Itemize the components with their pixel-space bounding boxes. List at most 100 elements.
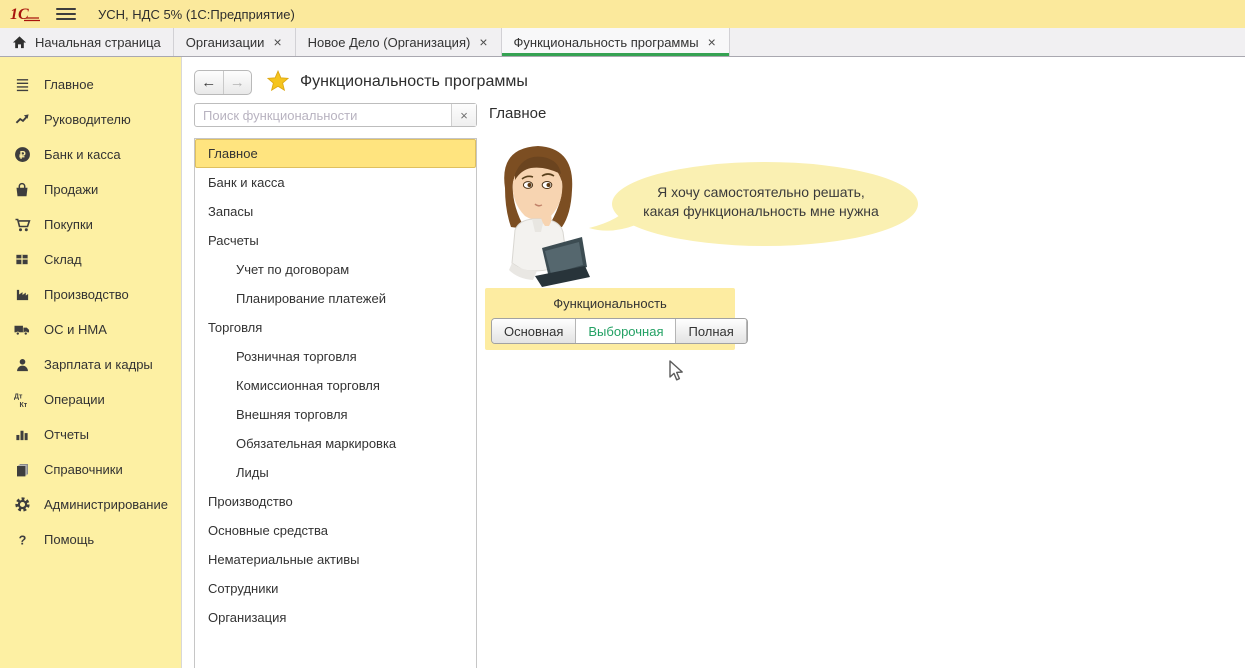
favorite-star-icon[interactable] (267, 70, 289, 95)
list-item[interactable]: Производство (195, 487, 476, 516)
home-icon (12, 35, 27, 50)
sidebar-item[interactable]: ? Помощь (0, 522, 181, 557)
list-item[interactable]: Внешняя торговля (195, 400, 476, 429)
list-item-label: Расчеты (208, 233, 259, 248)
window-title: УСН, НДС 5% (1С:Предприятие) (98, 7, 295, 22)
list-item[interactable]: Нематериальные активы (195, 545, 476, 574)
books-icon (13, 461, 31, 479)
sidebar-item-label: Зарплата и кадры (44, 357, 153, 372)
sidebar-item[interactable]: Администрирование (0, 487, 181, 522)
bag-icon (13, 181, 31, 199)
list-item[interactable]: Учет по договорам (195, 255, 476, 284)
person-icon (13, 356, 31, 374)
speech-bubble: Я хочу самостоятельно решать, какая функ… (587, 162, 919, 250)
list-item-label: Внешняя торговля (236, 407, 348, 422)
sidebar-item[interactable]: Главное (0, 67, 181, 102)
list-item[interactable]: Банк и касса (195, 168, 476, 197)
sidebar-item[interactable]: Зарплата и кадры (0, 347, 181, 382)
factory-icon (13, 286, 31, 304)
truck-icon (13, 321, 31, 339)
tab-label: Новое Дело (Организация) (308, 35, 471, 50)
sidebar-item[interactable]: Руководителю (0, 102, 181, 137)
tab-label: Организации (186, 35, 265, 50)
tab[interactable]: Новое Дело (Организация) × (296, 28, 502, 56)
functionality-option-button[interactable]: Полная (676, 319, 746, 343)
list-item-label: Производство (208, 494, 293, 509)
search-input[interactable] (195, 104, 451, 126)
sidebar-item[interactable]: ДтКт Операции (0, 382, 181, 417)
sidebar-item-label: Покупки (44, 217, 93, 232)
sidebar-item-label: Продажи (44, 182, 98, 197)
list-item[interactable]: Обязательная маркировка (195, 429, 476, 458)
sidebar-item[interactable]: Справочники (0, 452, 181, 487)
sidebar-item-label: Справочники (44, 462, 123, 477)
tab-close-icon[interactable]: × (272, 35, 282, 49)
sidebar-item[interactable]: Производство (0, 277, 181, 312)
functionality-search: × (194, 103, 477, 127)
history-nav: ← → (194, 70, 252, 95)
list-item-label: Нематериальные активы (208, 552, 360, 567)
chart-icon (13, 426, 31, 444)
tab[interactable]: Организации × (174, 28, 296, 56)
back-button[interactable]: ← (195, 71, 224, 94)
list-item-label: Организация (208, 610, 286, 625)
list-item[interactable]: Торговля (195, 313, 476, 342)
list-item[interactable]: Планирование платежей (195, 284, 476, 313)
list-item[interactable]: Комиссионная торговля (195, 371, 476, 400)
list-item-label: Планирование платежей (236, 291, 386, 306)
sidebar-item[interactable]: Отчеты (0, 417, 181, 452)
sidebar-item-label: Администрирование (44, 497, 168, 512)
sidebar-item-label: Главное (44, 77, 94, 92)
functionality-option-button[interactable]: Выборочная (576, 319, 676, 343)
sidebar-item-label: Операции (44, 392, 105, 407)
window-titlebar: 1С УСН, НДС 5% (1С:Предприятие) (0, 0, 1245, 28)
sidebar-item[interactable]: Покупки (0, 207, 181, 242)
list-item-label: Основные средства (208, 523, 328, 538)
functionality-sections-list: Главное Банк и касса Запасы Расчеты Учет… (194, 138, 477, 668)
list-item-label: Сотрудники (208, 581, 278, 596)
list-item-label: Торговля (208, 320, 262, 335)
list-item[interactable]: Организация (195, 603, 476, 632)
sidebar-item[interactable]: ОС и НМА (0, 312, 181, 347)
sidebar-item-label: Склад (44, 252, 82, 267)
gear-icon (13, 496, 31, 514)
tab[interactable]: Начальная страница (0, 28, 174, 56)
list-item-label: Обязательная маркировка (236, 436, 396, 451)
list-item-label: Лиды (236, 465, 269, 480)
trend-icon (13, 111, 31, 129)
tab-close-icon[interactable]: × (707, 35, 717, 49)
list-item[interactable]: Запасы (195, 197, 476, 226)
svg-text:Дт: Дт (14, 394, 23, 401)
list-item[interactable]: Расчеты (195, 226, 476, 255)
tab-bar: Начальная страница Организации × Новое Д… (0, 28, 1245, 57)
dtkt-icon: ДтКт (13, 391, 31, 409)
forward-button[interactable]: → (224, 71, 252, 94)
functionality-option-button[interactable]: Основная (492, 319, 576, 343)
sidebar-item-label: Отчеты (44, 427, 89, 442)
speech-bubble-line1: Я хочу самостоятельно решать, (657, 183, 865, 202)
sidebar-item[interactable]: ₽ Банк и касса (0, 137, 181, 172)
list-item[interactable]: Лиды (195, 458, 476, 487)
svg-text:Кт: Кт (20, 402, 28, 408)
tab-label: Функциональность программы (514, 35, 699, 50)
svg-text:₽: ₽ (19, 150, 26, 161)
list-item[interactable]: Розничная торговля (195, 342, 476, 371)
cart-icon (13, 216, 31, 234)
sidebar-item[interactable]: Склад (0, 242, 181, 277)
list-item[interactable]: Сотрудники (195, 574, 476, 603)
warehouse-icon (13, 251, 31, 269)
ruble-icon: ₽ (13, 146, 31, 164)
list-item[interactable]: Главное (195, 139, 476, 168)
main-menu-icon[interactable] (56, 6, 76, 22)
search-clear-icon[interactable]: × (451, 104, 476, 126)
tab-close-icon[interactable]: × (478, 35, 488, 49)
list-item[interactable]: Основные средства (195, 516, 476, 545)
list-item-label: Учет по договорам (236, 262, 349, 277)
help-icon: ? (13, 531, 31, 549)
main-sections-sidebar: Главное Руководителю ₽ Банк и касса Прод… (0, 57, 182, 668)
tab[interactable]: Функциональность программы × (502, 28, 730, 56)
menu-icon (13, 76, 31, 94)
functionality-panel: Функциональность ОсновнаяВыборочнаяПолна… (485, 288, 735, 350)
sidebar-item[interactable]: Продажи (0, 172, 181, 207)
speech-bubble-line2: какая функциональность мне нужна (643, 202, 879, 221)
